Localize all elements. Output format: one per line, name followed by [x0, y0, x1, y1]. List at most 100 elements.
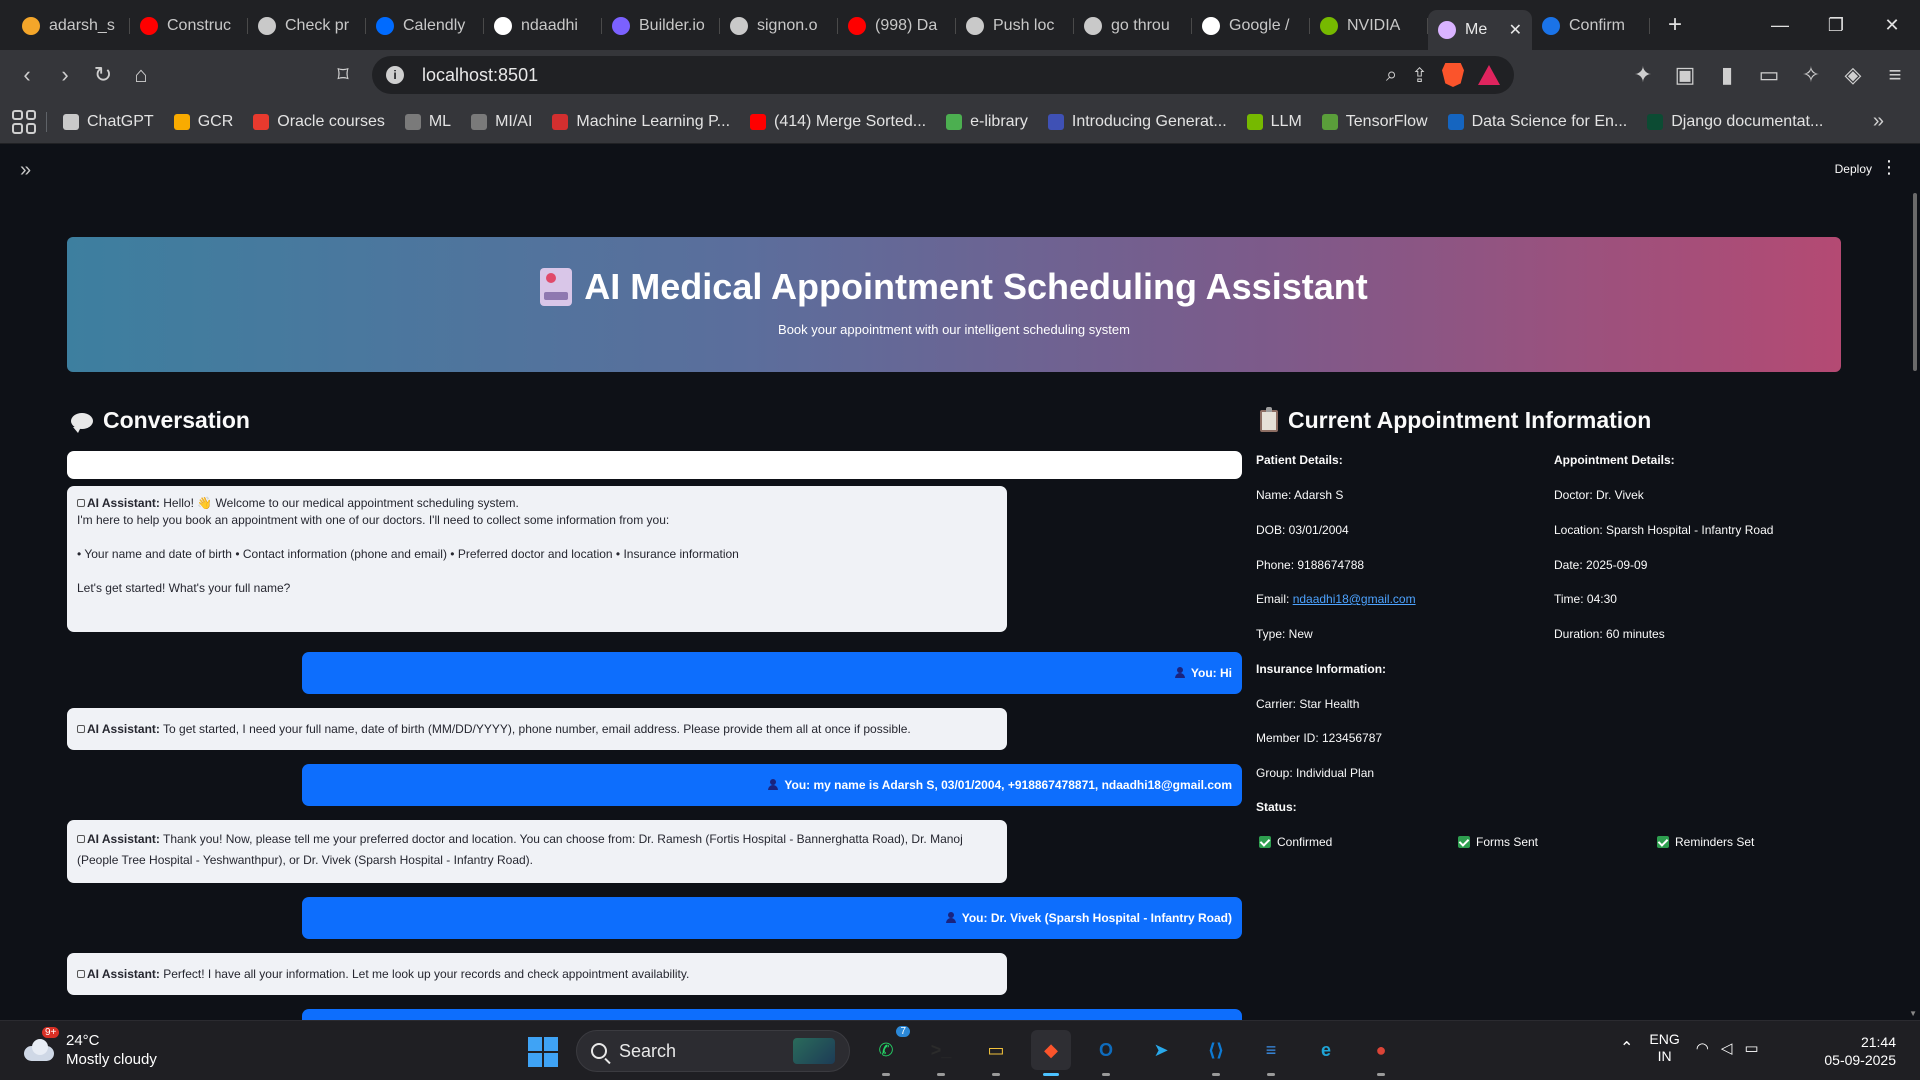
volume-icon[interactable]: ◁ [1721, 1039, 1733, 1057]
battery-icon[interactable]: ▭ [1744, 1039, 1758, 1057]
running-indicator [992, 1073, 1000, 1076]
pinned-apps: ✆ 7 >_ ▭ ◆ O ➤ ⟨⟩ ≡ e ● [866, 1026, 1401, 1076]
wallet-icon[interactable]: ▭ [1750, 62, 1788, 88]
bookmark-item[interactable]: ML [395, 113, 461, 131]
email-link[interactable]: ndaadhi18@gmail.com [1293, 592, 1416, 606]
bookmark-item[interactable]: Machine Learning P... [542, 113, 740, 131]
bookmark-icon[interactable]: ⌑ [324, 62, 362, 88]
browser-tab[interactable]: (998) Da [838, 8, 956, 44]
chrome-app-icon[interactable]: ● [1361, 1030, 1401, 1076]
more-bookmarks-icon[interactable]: » [1873, 110, 1884, 133]
browser-tab[interactable]: Push loc [956, 8, 1074, 44]
grok-icon [1084, 17, 1102, 35]
extensions-icon[interactable]: ✦ [1624, 62, 1662, 88]
deploy-button[interactable]: Deploy [1835, 162, 1872, 176]
terminal-app-icon[interactable]: >_ [921, 1030, 961, 1076]
telegram-app-icon[interactable]: ➤ [1141, 1030, 1181, 1070]
show-hidden-icons-icon[interactable]: ⌃ [1620, 1038, 1633, 1058]
vscode-app-icon[interactable]: ⟨⟩ [1196, 1030, 1236, 1076]
bookmark-favicon-icon [63, 113, 79, 130]
bookmark-label: (414) Merge Sorted... [774, 112, 927, 130]
sidebar-icon[interactable]: ▮ [1708, 62, 1746, 88]
tab-title: NVIDIA [1347, 17, 1401, 34]
forward-icon[interactable]: › [46, 62, 84, 88]
apps-grid-icon[interactable] [12, 109, 36, 134]
brave-shields-icon[interactable] [1442, 63, 1464, 87]
windows-start-icon[interactable] [528, 1037, 558, 1067]
scroll-down-icon[interactable]: ▼ [1909, 1009, 1917, 1018]
brave-app-icon[interactable]: ◆ [1031, 1030, 1071, 1076]
notepad-app-icon[interactable]: ≡ [1251, 1030, 1291, 1076]
browser-tab[interactable]: Calendly [366, 8, 484, 44]
chat-input-bar[interactable] [67, 451, 1242, 479]
input-language[interactable]: ENG IN [1649, 1031, 1679, 1065]
clock-time: 21:44 [1860, 1034, 1896, 1050]
share-icon[interactable]: ⇪ [1411, 63, 1428, 88]
close-tab-icon[interactable]: ✕ [1509, 20, 1522, 40]
bookmark-item[interactable]: Introducing Generat... [1038, 113, 1237, 131]
browser-tab[interactable]: go throu [1074, 8, 1192, 44]
zoom-icon[interactable]: ⌕ [1386, 64, 1397, 87]
tab-title: Builder.io [639, 17, 705, 34]
bookmark-item[interactable]: GCR [164, 113, 244, 131]
wifi-icon[interactable]: ◠ [1696, 1039, 1709, 1057]
url-text[interactable]: localhost:8501 [422, 65, 538, 86]
bookmark-label: Django documentat... [1671, 112, 1824, 130]
reload-icon[interactable]: ↻ [84, 62, 122, 88]
speech-bubble-icon [71, 412, 93, 433]
outlook-app-icon[interactable]: O [1086, 1030, 1126, 1076]
bookmark-item[interactable]: e-library [936, 113, 1038, 131]
message-line: Thank you! Now, please tell me your pref… [163, 832, 963, 846]
bookmark-item[interactable]: MI/AI [461, 113, 542, 131]
new-tab-icon[interactable]: + [1668, 11, 1682, 39]
leo-ai-icon[interactable]: ✧ [1792, 62, 1830, 88]
calendly-icon [1542, 17, 1560, 35]
address-bar[interactable]: i localhost:8501 ⌕ ⇪ [372, 56, 1514, 94]
app-page: » Deploy ⋮ ▼ AI Medical Appointment Sche… [0, 145, 1920, 1020]
browser-tab[interactable]: adarsh_s [12, 8, 130, 44]
brave-rewards-icon[interactable] [1478, 65, 1500, 85]
menu-icon[interactable]: ≡ [1876, 62, 1914, 88]
bookmark-item[interactable]: Django documentat... [1637, 113, 1833, 131]
browser-tab[interactable]: signon.o [720, 8, 838, 44]
browser-tab[interactable]: Me ✕ [1428, 10, 1532, 50]
system-clock[interactable]: 21:44 05-09-2025 [1824, 1033, 1896, 1069]
bookmark-item[interactable]: TensorFlow [1312, 113, 1438, 131]
bookmark-item[interactable]: Data Science for En... [1438, 113, 1638, 131]
assistant-message: AI Assistant: Hello! 👋 Welcome to our me… [67, 486, 1007, 632]
bookmark-item[interactable]: Oracle courses [243, 113, 395, 131]
minimize-icon[interactable]: — [1752, 15, 1808, 36]
browser-tab[interactable]: NVIDIA [1310, 8, 1428, 44]
message-speaker: AI Assistant: [87, 967, 160, 981]
site-info-icon[interactable]: i [386, 66, 404, 84]
back-icon[interactable]: ‹ [8, 62, 46, 88]
close-window-icon[interactable]: ✕ [1864, 15, 1920, 36]
browser-tab[interactable]: ndaadhi [484, 8, 602, 44]
bookmark-item[interactable]: (414) Merge Sorted... [740, 113, 936, 131]
whatsapp-app-icon[interactable]: ✆ 7 [866, 1026, 910, 1076]
tab-title: ndaadhi [521, 17, 578, 34]
bookmark-favicon-icon [750, 113, 767, 130]
message-speaker: You: [784, 778, 811, 792]
vpn-icon[interactable]: ◈ [1834, 62, 1872, 88]
main-menu-icon[interactable]: ⋮ [1880, 157, 1898, 178]
browser-tab[interactable]: Google / [1192, 8, 1310, 44]
message-speaker: AI Assistant: [87, 832, 160, 846]
home-icon[interactable]: ⌂ [122, 62, 160, 88]
page-scrollbar[interactable] [1913, 193, 1917, 371]
browser-tab[interactable]: Builder.io [602, 8, 720, 44]
bookmark-item[interactable]: ChatGPT [53, 113, 164, 131]
taskbar-search-box[interactable]: Search [576, 1030, 850, 1072]
bookmark-item[interactable]: LLM [1237, 113, 1312, 131]
browser-tab[interactable]: Confirm [1532, 8, 1650, 44]
browser-tab[interactable]: Construc [130, 8, 248, 44]
edge-app-icon[interactable]: e [1306, 1030, 1346, 1070]
user-icon [1174, 667, 1185, 678]
browser-tab[interactable]: Check pr [248, 8, 366, 44]
file-explorer-app-icon[interactable]: ▭ [976, 1030, 1016, 1076]
bookmarks-bar: ChatGPT GCR Oracle courses ML MI/AI Machine L… [0, 100, 1920, 144]
reader-mode-icon[interactable]: ▣ [1666, 62, 1704, 88]
restore-icon[interactable]: ❐ [1808, 15, 1864, 36]
weather-widget[interactable]: 9+ 24°C Mostly cloudy [22, 1027, 157, 1069]
sidebar-toggle-icon[interactable]: » [20, 159, 31, 182]
